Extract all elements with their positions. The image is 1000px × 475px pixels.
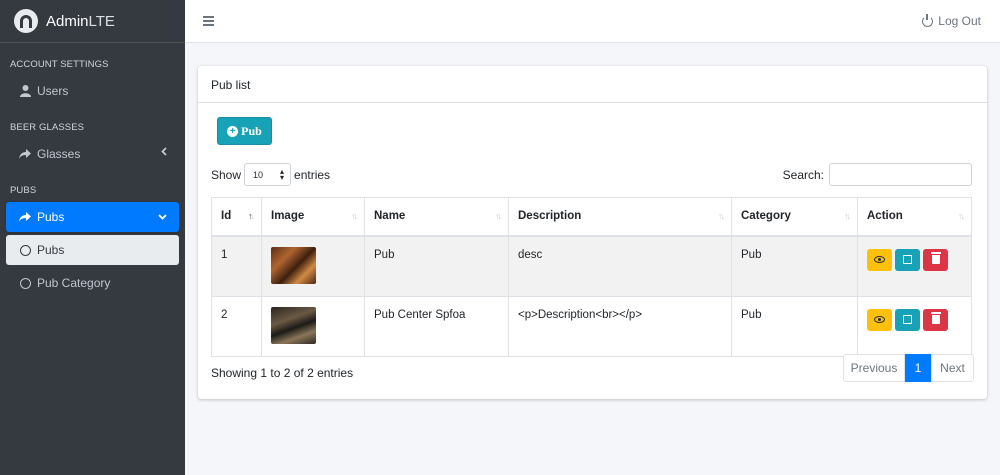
sort-caret-icon: ▴ ▾ [280,166,285,182]
nav-header-beer-glasses: BEER GLASSES [10,122,85,133]
cell-actions [857,235,972,297]
pub-table: Id ↑↓ Image ↑↓ Name ↑↓ Description ↑↓ Catego… [211,197,972,357]
cell-category: Pub [731,295,858,357]
sort-icon: ↑↓ [718,211,725,221]
table-row: 2 Pub Center Spfoa <p>Description<br></p… [211,295,972,357]
sidebar-item-label: Pub Category [37,276,111,290]
chevron-down-icon [158,211,167,223]
sort-icon: ↑↓ [351,211,358,221]
plus-circle-icon: + [227,125,239,137]
sidebar-item-pubs-menu[interactable]: Pubs [6,202,179,232]
cell-category: Pub [731,235,858,297]
cell-image [261,235,365,297]
sidebar-item-pub-category[interactable]: Pub Category [6,268,179,298]
cell-name: Pub Center Spfoa [364,295,509,357]
edit-icon [903,255,912,264]
sort-asc-icon: ↑↓ [248,211,255,221]
edit-button[interactable] [895,248,920,271]
column-header-image[interactable]: Image ↑↓ [261,197,365,237]
search-input[interactable] [829,163,972,186]
add-pub-button[interactable]: + Pub [217,117,272,145]
view-button[interactable] [867,248,892,271]
user-icon [18,85,32,97]
pagination: Previous 1 Next [843,354,974,382]
share-icon [18,149,32,159]
column-header-action[interactable]: Action ↑↓ [857,197,972,237]
pagination-next[interactable]: Next [931,354,974,382]
cell-id: 1 [211,235,262,297]
adminlte-logo-icon [14,9,38,33]
sidebar-item-users[interactable]: Users [6,76,179,106]
top-navbar: Log Out [185,0,1000,43]
cell-actions [857,295,972,357]
sidebar: AdminLTE ACCOUNT SETTINGS Users BEER GLA… [0,0,185,475]
trash-icon [930,252,941,264]
page-length-select[interactable]: 10 ▴ ▾ [244,163,292,186]
column-header-category[interactable]: Category ↑↓ [731,197,858,237]
delete-button[interactable] [923,248,948,271]
show-label: Show [211,167,242,182]
sidebar-item-pubs[interactable]: Pubs [6,235,179,265]
column-label: Image [271,210,305,222]
sort-icon: ↑↓ [844,211,851,221]
column-header-name[interactable]: Name ↑↓ [364,197,509,237]
search-label: Search: [782,167,824,182]
column-header-description[interactable]: Description ↑↓ [508,197,732,237]
page-length-control: Show 10 ▴ ▾ entries [211,163,330,186]
pub-thumbnail-image [271,306,316,344]
sidebar-item-label: Glasses [37,147,81,161]
pub-list-card: Pub list + Pub Show 10 ▴ ▾ entries Search… [198,66,987,399]
logout-label: Log Out [938,14,981,28]
column-label: Category [741,210,791,222]
eye-icon [874,316,885,323]
delete-button[interactable] [923,308,948,331]
chevron-left-icon [161,147,167,159]
hamburger-menu-icon[interactable] [203,16,214,28]
pagination-previous[interactable]: Previous [843,354,905,382]
cell-name: Pub [364,235,509,297]
sort-icon: ↑↓ [495,211,502,221]
table-info: Showing 1 to 2 of 2 entries [211,366,354,380]
nav-header-pubs: PUBS [10,185,37,196]
pub-thumbnail-image [271,246,316,284]
sidebar-item-label: Pubs [37,243,65,257]
circle-icon [18,244,32,256]
brand-text: AdminLTE [46,13,115,30]
power-icon [922,13,934,27]
sidebar-item-label: Pubs [37,210,65,224]
column-label: Action [867,210,903,222]
brand-name-light: LTE [88,12,115,30]
table-row: 1 Pub desc Pub [211,235,972,297]
logout-link[interactable]: Log Out [922,13,981,28]
nav-header-account-settings: ACCOUNT SETTINGS [10,59,109,70]
view-button[interactable] [867,308,892,331]
card-title: Pub list [198,66,987,103]
column-label: Name [374,210,406,222]
cell-description: <p>Description<br></p> [508,295,732,357]
edit-button[interactable] [895,308,920,331]
cell-description: desc [508,235,732,297]
edit-icon [903,315,912,324]
share-icon [18,212,32,222]
sort-icon: ↑↓ [958,211,965,221]
column-label: Id [221,210,232,222]
cell-image [261,295,365,357]
brand-link[interactable]: AdminLTE [0,0,185,43]
column-label: Description [518,210,582,222]
page-length-value: 10 [253,169,264,180]
entries-label: entries [294,167,331,182]
trash-icon [930,312,941,324]
sidebar-item-label: Users [37,84,69,98]
search-control: Search: [783,163,972,186]
pagination-page-1[interactable]: 1 [905,354,931,382]
add-pub-label: Pub [241,123,262,138]
sidebar-item-glasses[interactable]: Glasses [6,139,179,169]
cell-id: 2 [211,295,262,357]
circle-icon [18,277,32,289]
column-header-id[interactable]: Id ↑↓ [211,197,262,237]
eye-icon [874,256,885,263]
brand-name-bold: Admin [46,12,89,30]
